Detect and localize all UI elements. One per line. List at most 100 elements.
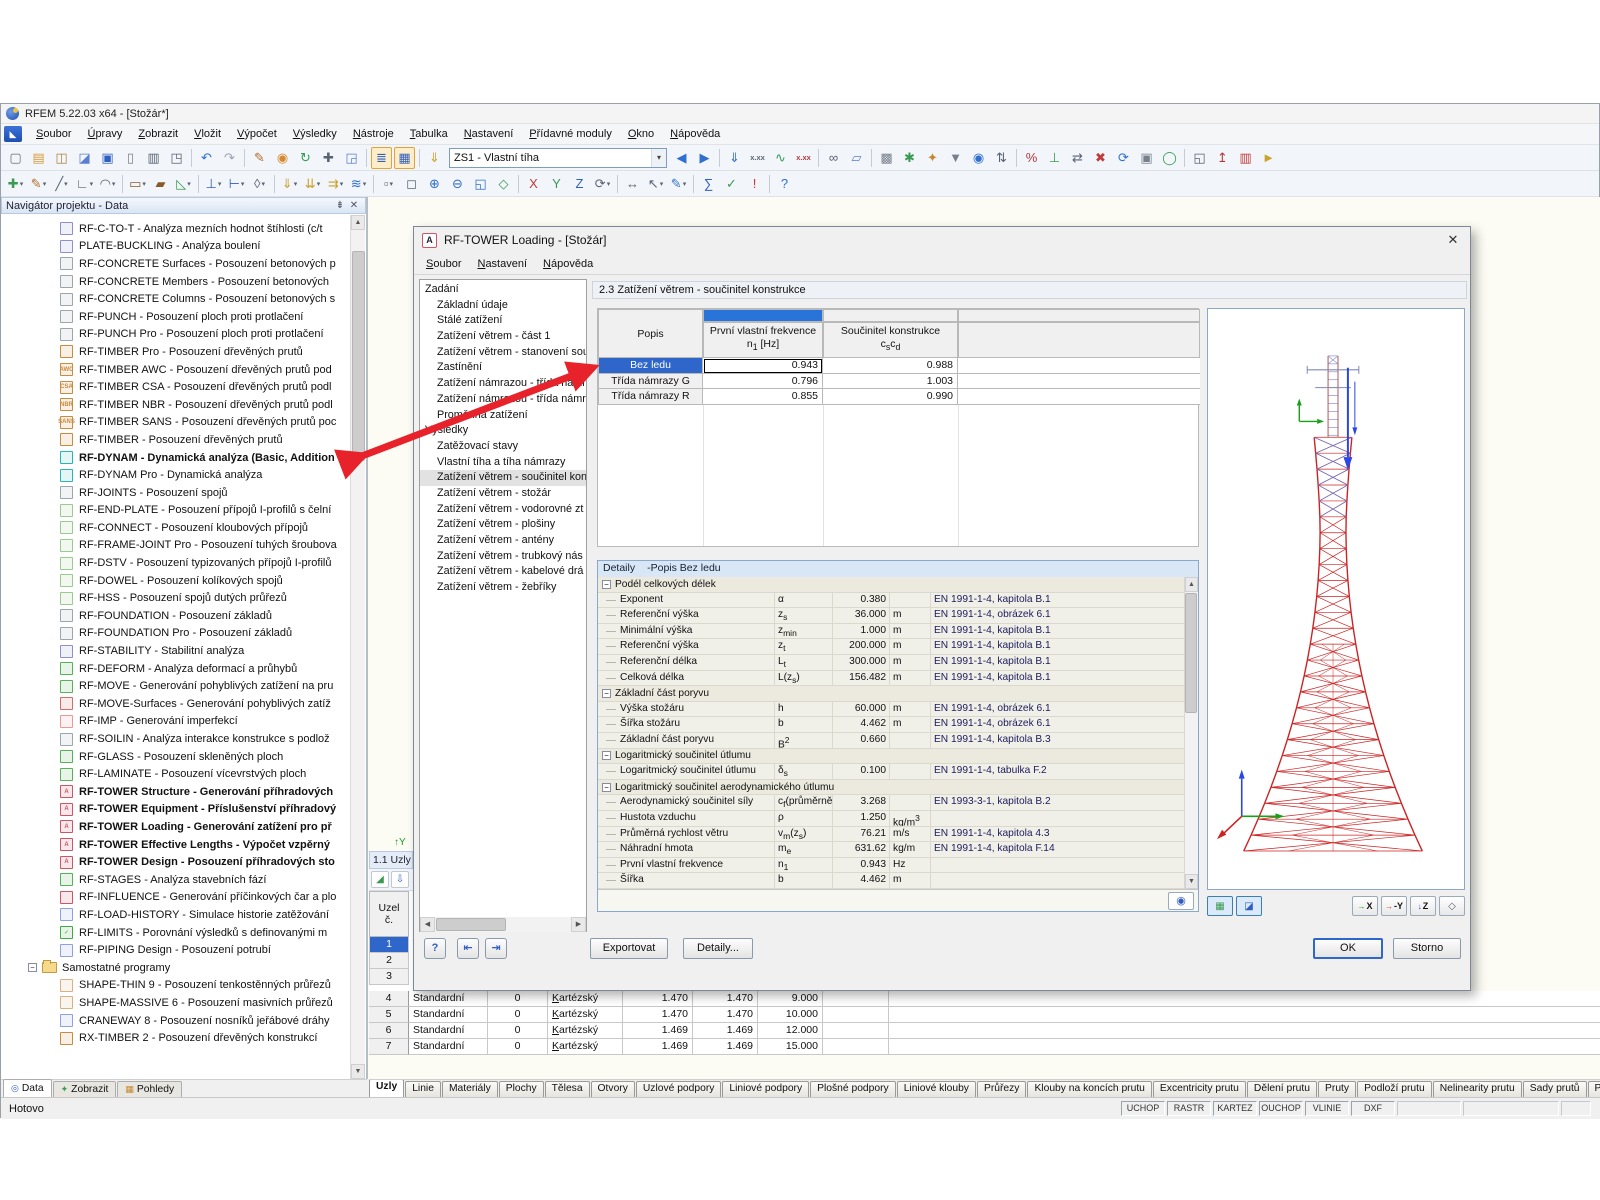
read-parameters-button[interactable]: ⇤	[457, 938, 479, 959]
dialog-menu-soubor[interactable]: Soubor	[418, 256, 469, 272]
structure-factor-cell[interactable]: 0.988	[823, 358, 958, 374]
tree-item-module[interactable]: RF-STABILITY - Stabilitní analýza	[2, 642, 350, 660]
dialog-nav-item[interactable]: Základní údaje	[420, 298, 586, 314]
dialog-nav-item[interactable]: Zatížení větrem - stožár	[420, 486, 586, 502]
line-support-icon[interactable]: ⊢ ▾	[226, 173, 247, 195]
link-objects-icon[interactable]: ∞	[823, 147, 844, 169]
delete-icon[interactable]: ✖	[1090, 147, 1111, 169]
surface-load-icon[interactable]: ⇉ ▾	[325, 173, 346, 195]
nodal-support-icon[interactable]: ⊥ ▾	[203, 173, 224, 195]
column-a-header[interactable]	[703, 309, 823, 322]
structure-factor-cell[interactable]: 0.990	[823, 389, 958, 406]
menu-pravy[interactable]: Úpravy	[79, 126, 130, 142]
view-y-icon[interactable]: Y	[546, 173, 567, 195]
tree-item-module[interactable]: RF-END-PLATE - Posouzení přípojů I-profi…	[2, 502, 350, 520]
reference-node-cell[interactable]: 0	[488, 1039, 548, 1055]
tree-item-module[interactable]: RF-GLASS - Posouzení skleněných ploch	[2, 748, 350, 766]
details-group-row[interactable]: − Logaritmický součinitel útlumu	[598, 748, 1184, 765]
open-project-icon[interactable]: ▤	[28, 147, 49, 169]
tree-item-module[interactable]: RF-DSTV - Posouzení typizovaných přípojů…	[2, 554, 350, 572]
navigator-tab-zobrazit[interactable]: ✦ Zobrazit	[52, 1081, 117, 1097]
cancel-button[interactable]: Storno	[1393, 938, 1461, 959]
dialog-close-icon[interactable]: ✕	[1444, 232, 1462, 248]
dialog-nav-item[interactable]: Zatížení větrem - žebříky	[420, 580, 586, 596]
window-list-icon[interactable]: ◱	[1189, 147, 1210, 169]
menu-vloit[interactable]: Vložit	[186, 126, 229, 142]
edit-mode-icon[interactable]: ✎	[249, 147, 270, 169]
tree-item-module[interactable]: RF-DOWEL - Posouzení kolíkových spojů	[2, 572, 350, 590]
bottom-tab[interactable]: Tělesa	[544, 1081, 590, 1097]
scroll-up-icon[interactable]: ▲	[351, 215, 365, 230]
dialog-nav-item[interactable]: Zatížení větrem - součinitel kon	[420, 470, 586, 486]
solid-model-button[interactable]: ◪	[1236, 896, 1262, 916]
tree-item-module[interactable]: RF-DYNAM - Dynamická analýza (Basic, Add…	[2, 449, 350, 467]
menu-zobrazit[interactable]: Zobrazit	[130, 126, 186, 142]
grid-icon[interactable]: ▩	[876, 147, 897, 169]
bottom-tab[interactable]: Dělení prutu	[1246, 1081, 1318, 1097]
detail-value[interactable]: 60.000	[833, 701, 890, 717]
menu-npovda[interactable]: Nápověda	[662, 126, 728, 142]
scrollbar-thumb[interactable]	[1185, 593, 1197, 713]
column-c-header[interactable]	[958, 309, 1200, 322]
details-group-row[interactable]: − Logaritmický součinitel aerodynamického…	[598, 779, 1184, 796]
print-graphic-icon[interactable]: ▥	[1235, 147, 1256, 169]
scroll-left-icon[interactable]: ◀	[420, 917, 435, 932]
tree-item-module[interactable]: RF-C-TO-T - Analýza mezních hodnot štíhl…	[2, 220, 350, 238]
new-polyline-icon[interactable]: ∟ ▾	[74, 173, 95, 195]
menu-tabulka[interactable]: Tabulka	[402, 126, 456, 142]
tree-item-module[interactable]: RF-IMP - Generování imperfekcí	[2, 713, 350, 731]
navigator-tab-data[interactable]: ◎ Data	[3, 1079, 52, 1097]
tree-item-module[interactable]: RF-PIPING Design - Posouzení potrubí	[2, 941, 350, 959]
tree-item-module[interactable]: RF-TIMBER Pro - Posouzení dřevěných prut…	[2, 343, 350, 361]
isometric-view-button[interactable]: ◇	[1439, 896, 1465, 916]
node-type-cell[interactable]: Standardní	[409, 1023, 488, 1039]
coordinate-z-cell[interactable]: 10.000	[758, 1007, 823, 1023]
status-toggle-kartez[interactable]: KARTEZ	[1213, 1101, 1257, 1116]
detail-value[interactable]: 76.21	[833, 826, 890, 842]
first-frequency-cell[interactable]: 0.943	[703, 358, 823, 374]
tree-item-module[interactable]: RF-PUNCH - Posouzení ploch proti protlač…	[2, 308, 350, 326]
row-number[interactable]: 7	[369, 1039, 409, 1055]
navigator-tab-pohledy[interactable]: ▦ Pohledy	[117, 1081, 183, 1097]
status-toggle-uchop[interactable]: UCHOP	[1121, 1101, 1165, 1116]
load-generator-icon[interactable]: ≋ ▾	[348, 173, 369, 195]
filter-icon[interactable]: ▼	[945, 147, 966, 169]
bottom-tab[interactable]: Sady prutů	[1522, 1081, 1587, 1097]
reference-node-cell[interactable]: 0	[488, 1023, 548, 1039]
coordinate-x-cell[interactable]: 1.469	[623, 1039, 693, 1055]
bottom-tab[interactable]: Plochy	[498, 1081, 544, 1097]
tree-item-module[interactable]: RF-MOVE-Surfaces - Generování pohyblivýc…	[2, 695, 350, 713]
pick-object-icon[interactable]: ✚	[318, 147, 339, 169]
member-load-icon[interactable]: ⇊ ▾	[302, 173, 323, 195]
bottom-tab[interactable]: Klouby na koncích prutu	[1027, 1081, 1152, 1097]
tree-item-module[interactable]: RF-SOILIN - Analýza interakce konstrukce…	[2, 730, 350, 748]
coordinate-system-cell[interactable]: Kartézský	[548, 1039, 623, 1055]
coordinate-z-cell[interactable]: 9.000	[758, 991, 823, 1007]
tree-item-module[interactable]: RF-FOUNDATION Pro - Posouzení základů	[2, 625, 350, 643]
tree-item-module[interactable]: RX-TIMBER 2 - Posouzení dřevěných konstr…	[2, 1029, 350, 1047]
coordinate-x-cell[interactable]: 1.470	[623, 1007, 693, 1023]
dialog-nav-item[interactable]: Zadání	[420, 282, 586, 298]
detail-value[interactable]: 631.62	[833, 842, 890, 857]
detail-value[interactable]: 200.000	[833, 639, 890, 654]
bottom-tab[interactable]: Nelinearity prutu	[1432, 1081, 1522, 1097]
dialog-nav-item[interactable]: Proměnná zatížení	[420, 408, 586, 424]
tree-item-module[interactable]: RF-PUNCH Pro - Posouzení ploch proti pro…	[2, 326, 350, 344]
coordinate-z-cell[interactable]: 15.000	[758, 1039, 823, 1055]
view-x-icon[interactable]: X	[523, 173, 544, 195]
status-toggle-vlinie[interactable]: VLINIE	[1305, 1101, 1349, 1116]
bottom-tab[interactable]: Pruty	[1318, 1081, 1357, 1097]
details-button[interactable]: Detaily...	[683, 938, 753, 959]
tree-item-module[interactable]: RF-INFLUENCE - Generování příčinkových č…	[2, 889, 350, 907]
tower-preview-panel[interactable]	[1207, 308, 1465, 890]
column-b-header[interactable]	[823, 309, 958, 322]
dialog-nav-item[interactable]: Zastínění	[420, 360, 586, 376]
comment-icon[interactable]: ✎ ▾	[668, 173, 689, 195]
tree-item-module[interactable]: RF-MOVE - Generování pohyblivých zatížen…	[2, 677, 350, 695]
visibility-icon[interactable]: ◉	[968, 147, 989, 169]
bottom-tab[interactable]: Otvory	[590, 1081, 635, 1097]
bottom-tab[interactable]: Linie	[405, 1081, 441, 1097]
zoom-in-icon[interactable]: ⊕	[424, 173, 445, 195]
bottom-tab[interactable]: Excentricity prutu	[1152, 1081, 1246, 1097]
rotate-model-icon[interactable]: ⟳ ▾	[592, 173, 613, 195]
